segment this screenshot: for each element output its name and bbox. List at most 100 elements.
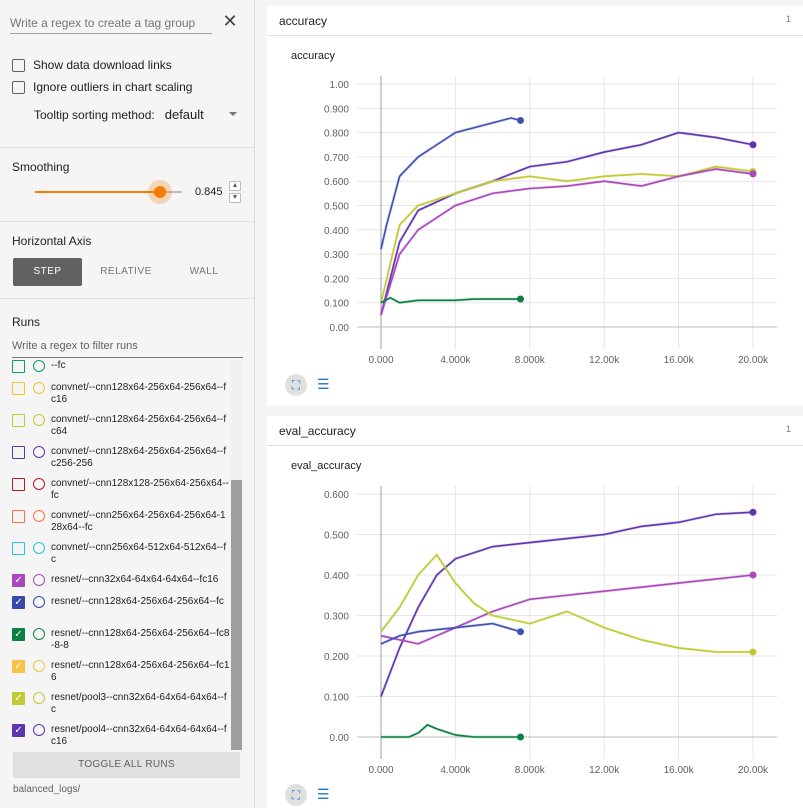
ignore-outliers-label: Ignore outliers in chart scaling [33, 80, 193, 94]
smoothing-value[interactable]: 0.845 [195, 186, 223, 198]
axis-step-button[interactable]: STEP [13, 258, 82, 286]
eval-accuracy-chart[interactable]: 0.00 0.100 0.200 0.300 0.400 0.500 0.600 0.000 4… [267, 446, 803, 786]
run-item[interactable]: convnet/--cnn256x64-256x64-256x64-128x64… [12, 510, 230, 534]
toggle-all-runs-button[interactable]: TOGGLE ALL RUNS [13, 752, 240, 778]
run-color-circle[interactable] [33, 724, 45, 736]
run-label: convnet/--cnn256x64-512x64-512x64--fc [51, 542, 227, 565]
series-end-point [749, 571, 757, 579]
ignore-outliers-checkbox-row[interactable]: Ignore outliers in chart scaling [12, 80, 192, 94]
run-checkbox[interactable]: ✓ [12, 596, 25, 609]
runs-title: Runs [12, 315, 41, 329]
checkbox[interactable] [12, 58, 25, 72]
run-item[interactable]: convnet/--cnn128x64-256x64-256x64--fc16 [12, 382, 230, 406]
run-item[interactable]: convnet/--cnn128x64-256x64-256x64--fc64 [12, 414, 230, 438]
smoothing-slider-track[interactable] [35, 191, 160, 193]
run-label: resnet/pool3--cnn32x64-64x64-64x64--fc [51, 692, 227, 715]
run-color-circle[interactable] [33, 478, 45, 490]
run-item[interactable]: ✓ resnet/pool3--cnn32x64-64x64-64x64--fc [12, 692, 230, 716]
checkbox[interactable] [12, 80, 25, 94]
x-tick-label: 20.00k [738, 355, 769, 366]
run-item[interactable]: convnet/--cnn256x64-512x64-512x64--fc [12, 542, 230, 566]
run-item[interactable]: --fc [12, 360, 230, 373]
run-checkbox[interactable] [12, 478, 25, 491]
run-checkbox[interactable]: ✓ [12, 692, 25, 705]
run-color-circle[interactable] [33, 382, 45, 394]
run-checkbox[interactable]: ✓ [12, 628, 25, 641]
tag-regex-input[interactable] [10, 12, 212, 34]
x-tick-label: 20.00k [738, 765, 769, 776]
run-checkbox[interactable] [12, 360, 25, 373]
run-color-circle[interactable] [33, 542, 45, 554]
run-color-circle[interactable] [33, 660, 45, 672]
series-end-point [517, 295, 524, 303]
divider [0, 298, 255, 299]
y-tick-label: 0.600 [324, 490, 349, 501]
run-checkbox[interactable] [12, 414, 25, 427]
spin-up-icon[interactable]: ▲ [229, 181, 241, 191]
series-line [380, 574, 754, 645]
runs-scrollbar-thumb[interactable] [231, 480, 242, 750]
y-tick-label: 0.600 [324, 177, 349, 188]
run-color-circle[interactable] [33, 574, 45, 586]
y-tick-label: 0.300 [324, 250, 349, 261]
card-count: 1 [785, 14, 791, 24]
run-checkbox[interactable]: ✓ [12, 724, 25, 737]
divider [0, 147, 255, 148]
divider [0, 221, 255, 222]
card-tag: eval_accuracy [279, 424, 356, 438]
run-color-circle[interactable] [33, 446, 45, 458]
y-tick-label: 0.200 [324, 652, 349, 663]
run-checkbox[interactable] [12, 542, 25, 555]
runs-filter-input[interactable]: Write a regex to filter runs [12, 340, 243, 358]
spin-down-icon[interactable]: ▼ [229, 193, 241, 203]
card-header-accuracy[interactable]: accuracy 1 [267, 6, 803, 36]
run-color-circle[interactable] [33, 628, 45, 640]
tooltip-sorting-value: default [164, 107, 204, 122]
series-end-point [517, 628, 524, 636]
show-download-links-label: Show data download links [33, 58, 172, 72]
smoothing-slider-knob[interactable] [154, 186, 166, 198]
run-checkbox[interactable] [12, 446, 25, 459]
series-raw-line [381, 723, 521, 739]
card-header-eval-accuracy[interactable]: eval_accuracy 1 [267, 416, 803, 446]
run-item[interactable]: convnet/--cnn128x128-256x64-256x64--fc [12, 478, 230, 502]
run-color-circle[interactable] [33, 596, 45, 608]
axis-wall-button[interactable]: WALL [170, 258, 238, 286]
run-item[interactable]: ✓ resnet/--cnn128x64-256x64-256x64--fc8-8… [12, 628, 230, 652]
close-icon[interactable]: ✕ [220, 10, 240, 32]
run-color-circle[interactable] [33, 510, 45, 522]
run-checkbox[interactable] [12, 382, 25, 395]
log-directory: balanced_logs/ [13, 784, 81, 795]
axis-relative-button[interactable]: RELATIVE [91, 258, 161, 286]
run-item[interactable]: ✓ resnet/--cnn32x64-64x64-64x64--fc16 [12, 574, 230, 587]
run-color-circle[interactable] [33, 692, 45, 704]
y-tick-label: 0.500 [324, 531, 349, 542]
y-tick-label: 0.200 [324, 274, 349, 285]
run-item[interactable]: ✓ resnet/--cnn128x64-256x64-256x64--fc [12, 596, 230, 609]
run-checkbox[interactable]: ✓ [12, 660, 25, 673]
run-item[interactable]: convnet/--cnn128x64-256x64-256x64--fc256… [12, 446, 230, 470]
y-tick-label: 0.100 [324, 693, 349, 704]
fit-domain-icon[interactable]: ⛶ [285, 784, 307, 806]
chevron-down-icon[interactable] [229, 112, 237, 116]
toggle-log-scale-icon[interactable]: ☰ [317, 786, 330, 803]
run-color-circle[interactable] [33, 414, 45, 426]
series-raw-line [379, 167, 754, 316]
series-end-point [517, 733, 524, 741]
smoothing-title: Smoothing [12, 160, 70, 174]
card-count: 1 [785, 424, 791, 434]
run-label: convnet/--cnn128x64-256x64-256x64--fc64 [51, 414, 227, 437]
run-checkbox[interactable]: ✓ [12, 574, 25, 587]
run-item[interactable]: ✓ resnet/--cnn128x64-256x64-256x64--fc16 [12, 660, 230, 684]
fit-domain-icon[interactable]: ⛶ [285, 374, 307, 396]
run-checkbox[interactable] [12, 510, 25, 523]
run-item[interactable]: ✓ resnet/pool4--cnn32x64-64x64-64x64--fc1… [12, 724, 230, 748]
accuracy-chart[interactable]: 0.00 0.100 0.200 0.300 0.400 0.500 0.600 0.700 0… [267, 36, 803, 376]
y-tick-label: 0.300 [324, 612, 349, 623]
run-color-circle[interactable] [33, 360, 45, 372]
runs-list: --fc convnet/--cnn128x64-256x64-256x64--f… [12, 360, 230, 750]
show-download-links-checkbox-row[interactable]: Show data download links [12, 58, 172, 72]
tooltip-sorting-select[interactable]: Tooltip sorting method: default [34, 107, 204, 122]
toggle-log-scale-icon[interactable]: ☰ [317, 376, 330, 393]
tooltip-sorting-label: Tooltip sorting method: [34, 107, 155, 122]
